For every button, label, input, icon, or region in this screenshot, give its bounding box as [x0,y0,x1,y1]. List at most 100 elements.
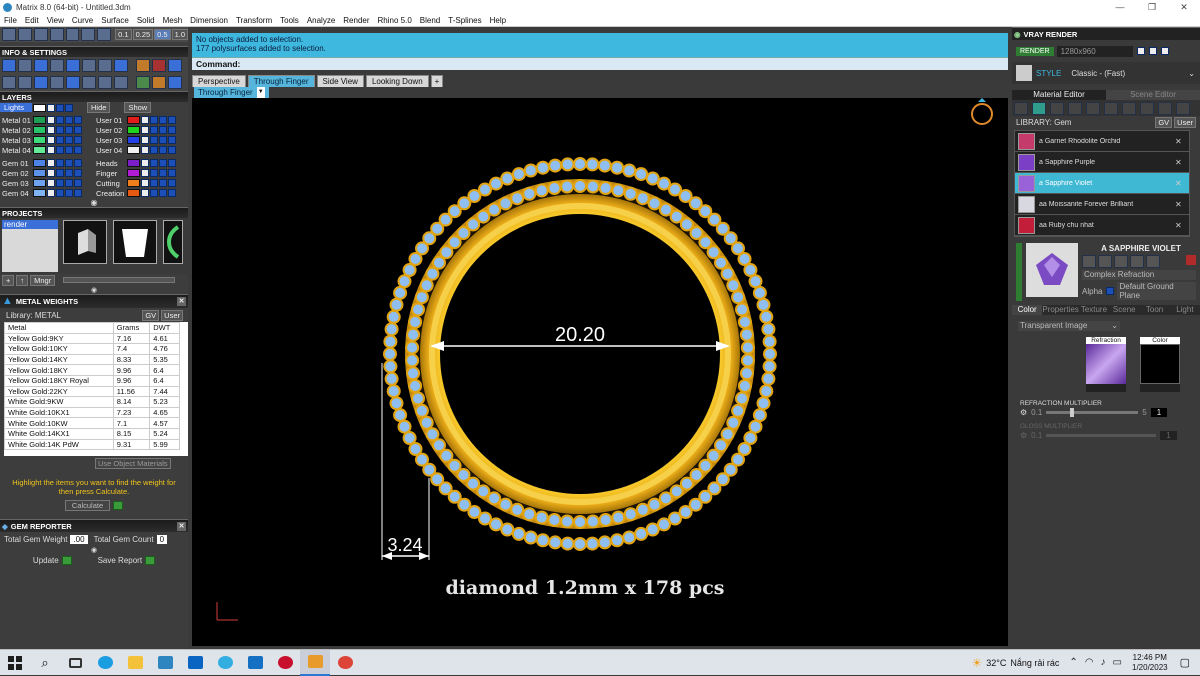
tool-button[interactable] [2,28,16,41]
layer-select-toggle[interactable] [159,146,167,154]
snap-value[interactable]: 0.1 [115,29,132,40]
table-row[interactable]: Yellow Gold:14KY 8.33 5.35 [4,353,180,366]
tab-material-editor[interactable]: Material Editor [1012,90,1106,100]
layer-visible-toggle[interactable] [47,116,55,124]
close-icon[interactable]: ✕ [1175,200,1189,209]
layer-visible-toggle[interactable] [141,189,149,197]
store-icon[interactable] [150,650,180,676]
tab-scene-editor[interactable]: Scene Editor [1106,90,1200,100]
menu-file[interactable]: File [0,16,21,25]
menu-help[interactable]: Help [486,16,510,25]
tool-icon[interactable] [98,59,112,72]
close-icon[interactable]: ✕ [1175,137,1189,146]
style-dropdown[interactable]: Classic - (Fast) [1071,69,1125,78]
layer-option-toggle[interactable] [74,179,82,187]
layer-select-toggle[interactable] [159,159,167,167]
layer-visible-toggle[interactable] [141,169,149,177]
close-button[interactable]: ✕ [1168,0,1200,14]
layer-lock-toggle[interactable] [150,116,158,124]
render-option[interactable] [1136,47,1145,55]
layer-color-swatch[interactable] [127,116,140,124]
tab-toon[interactable]: Toon [1139,305,1169,315]
material-tool-icon[interactable] [1086,101,1100,115]
ground-plane-dropdown[interactable]: Default Ground Plane [1117,282,1196,300]
chevron-down-icon[interactable]: ⌄ [1188,69,1195,78]
menu-analyze[interactable]: Analyze [303,16,339,25]
snap-value[interactable]: 0.25 [132,29,154,40]
lights-layer[interactable]: Lights [0,103,32,112]
layer-toggle[interactable] [47,103,55,112]
layer-select-toggle[interactable] [159,136,167,144]
tool-icon[interactable] [136,76,150,89]
layer-color-swatch[interactable] [33,146,46,154]
project-thumbnail[interactable] [113,220,157,264]
material-tool-icon[interactable] [1068,101,1082,115]
close-icon[interactable]: ✕ [177,297,186,306]
save-report-go-icon[interactable] [145,556,156,566]
tool-button[interactable] [81,28,96,41]
tool-icon[interactable] [2,76,16,89]
tab-color[interactable]: Color [1012,305,1043,315]
layer-option-toggle[interactable] [74,169,82,177]
render-option[interactable] [1160,47,1169,55]
layer-select-toggle[interactable] [159,179,167,187]
layer-color-swatch[interactable] [127,169,140,177]
menu-surface[interactable]: Surface [97,16,133,25]
tool-icon[interactable] [98,76,112,89]
tab-properties[interactable]: Properties [1042,305,1078,315]
tab-texture[interactable]: Texture [1079,305,1109,315]
manager-button[interactable]: Mngr [30,274,56,286]
layer-option-toggle[interactable] [168,159,176,167]
search-icon[interactable]: ⌕ [30,650,60,676]
layer-color-swatch[interactable] [127,126,140,134]
settings-icon[interactable] [2,59,16,72]
layer-color-swatch[interactable] [33,189,46,197]
layer-option-toggle[interactable] [168,189,176,197]
tool-icon[interactable] [18,76,32,89]
material-tool-icon[interactable] [1158,101,1172,115]
table-row[interactable]: White Gold:10KW 7.1 4.57 [4,417,180,429]
projects-expand-icon[interactable]: ◉ [0,286,188,294]
tool-icon[interactable] [152,76,166,89]
material-tool-icon[interactable] [1050,101,1064,115]
tool-icon[interactable] [66,76,80,89]
layer-select-toggle[interactable] [65,116,73,124]
layer-color-swatch[interactable] [33,169,46,177]
material-item[interactable]: aa Moissanite Forever Brilliant ✕ [1015,194,1189,215]
material-item[interactable]: a Sapphire Violet ✕ [1015,173,1189,194]
layer-toggle[interactable] [65,103,73,112]
viewport-title[interactable]: Through Finger ▼ [194,87,269,98]
refraction-slider[interactable] [1046,407,1139,417]
table-row[interactable]: Yellow Gold:10KY 7.4 4.76 [4,343,180,355]
wifi-icon[interactable]: ◠ [1085,657,1094,668]
layer-row[interactable]: Metal 03 [0,135,94,145]
layer-select-toggle[interactable] [65,146,73,154]
menu-blend[interactable]: Blend [416,16,444,25]
layer-visible-toggle[interactable] [47,189,55,197]
layer-option-toggle[interactable] [168,169,176,177]
up-project-button[interactable]: ↑ [16,274,29,286]
tool-icon[interactable] [136,59,150,72]
layer-visible-toggle[interactable] [141,136,149,144]
projects-scrollbar[interactable] [63,277,176,283]
color-swatch[interactable] [1140,344,1180,384]
layer-row[interactable]: Metal 02 [0,125,94,135]
layer-select-toggle[interactable] [159,126,167,134]
notification-icon[interactable]: ▢ [1180,656,1190,669]
layers-expand-icon[interactable]: ◉ [0,198,188,207]
preview-tool-icon[interactable] [1098,255,1112,268]
menu-mesh[interactable]: Mesh [159,16,187,25]
layer-row[interactable]: Finger [94,168,188,178]
alpha-toggle[interactable] [1106,287,1115,295]
tool-button[interactable] [97,28,112,41]
tool-icon[interactable] [66,59,80,72]
viewport[interactable]: 20.20 3.24 diamond 1.2mm x 178 pcs [192,98,1008,646]
layer-visible-toggle[interactable] [47,146,55,154]
use-object-materials-button[interactable]: Use Object Materials [95,458,171,469]
tab-scene[interactable]: Scene [1109,305,1139,315]
preview-side-bar[interactable] [1016,243,1022,301]
material-tool-icon[interactable] [1104,101,1118,115]
layer-row[interactable]: Gem 02 [0,168,94,178]
layer-lock-toggle[interactable] [56,136,64,144]
layer-lock-toggle[interactable] [150,169,158,177]
